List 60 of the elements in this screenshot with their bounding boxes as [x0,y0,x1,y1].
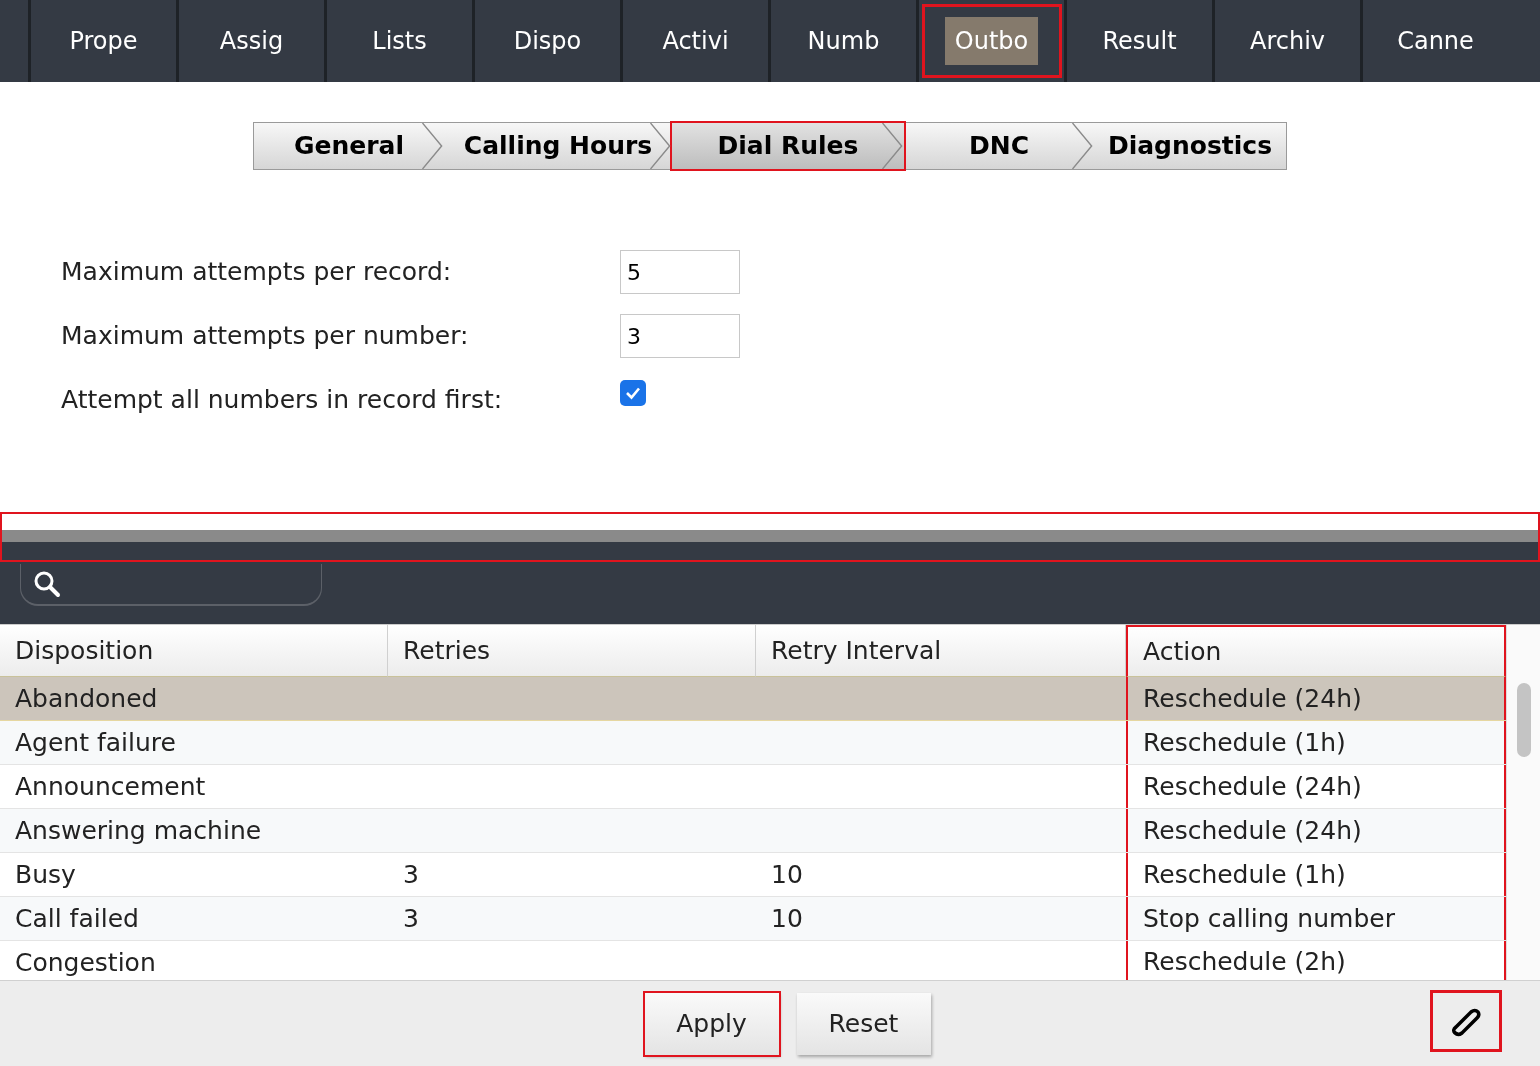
search-field[interactable] [20,564,322,606]
search-icon [33,570,61,598]
column-header[interactable]: Retries [388,625,756,677]
step-tab[interactable]: Diagnostics [1094,123,1286,169]
step-tab[interactable]: DNC [904,123,1094,169]
action-button[interactable]: Reset [796,992,931,1055]
table-cell-text: Announcement [15,770,206,803]
table-cell-text: Reschedule (24h) [1143,682,1362,715]
step-tab[interactable]: Dial Rules [672,123,904,169]
column-header[interactable]: Action [1126,625,1506,677]
table-cell-text: Answering machine [15,814,262,847]
nav-tab[interactable]: Lists [329,4,470,78]
table-row[interactable]: Agent failure Reschedule (1h) [0,721,1506,765]
table-cell-text: Reschedule (2h) [1143,945,1346,978]
checkbox[interactable] [620,380,646,406]
chevron-icon [422,123,444,169]
table-cell-text: 10 [771,902,803,935]
table-cell-text: Abandoned [15,682,158,715]
table-cell-text: Busy [15,858,76,891]
table-row[interactable]: Call failed 3 10 Stop calling number [0,897,1506,941]
column-header[interactable]: Retry Interval [756,625,1126,677]
table-row[interactable]: Answering machine Reschedule (24h) [0,809,1506,853]
table-cell-text: Congestion [15,946,156,979]
nav-tab[interactable]: Canne [1365,4,1506,78]
table-cell-text: Stop calling number [1143,902,1395,935]
table-cell-text: Agent failure [15,726,176,759]
table-cell-text: Call failed [15,902,139,935]
table-cell-text: Reschedule (1h) [1143,858,1346,891]
nav-tab[interactable]: Result [1069,4,1210,78]
table-cell-text: Reschedule (24h) [1143,814,1362,847]
table-cell-text: Reschedule (24h) [1143,770,1362,803]
nav-tab[interactable]: Numb [773,4,914,78]
table-cell-text: 3 [403,858,419,891]
table-row[interactable]: Announcement Reschedule (24h) [0,765,1506,809]
nav-tab[interactable]: Activi [625,4,766,78]
scrollbar-thumb[interactable] [1516,683,1531,757]
table-row[interactable]: Busy 3 10 Reschedule (1h) [0,853,1506,897]
step-tab[interactable]: General [254,123,444,169]
nav-tab[interactable]: Assig [181,4,322,78]
table-row[interactable]: Abandoned Reschedule (24h) [0,677,1506,721]
table-cell-text: Reschedule (1h) [1143,726,1346,759]
nav-tab[interactable]: Prope [33,4,174,78]
splitter-bar[interactable] [0,512,1540,562]
nav-tab[interactable]: Outbo [921,4,1062,78]
chevron-icon [1072,123,1094,169]
nav-tab[interactable]: Archiv [1217,4,1358,78]
nav-tab[interactable]: Dispo [477,4,618,78]
column-header[interactable]: Disposition [0,625,388,677]
table-cell-text: 3 [403,902,419,935]
chevron-icon [882,123,904,169]
action-button[interactable]: Apply [644,992,779,1055]
edit-button[interactable] [1430,990,1502,1052]
field-label: Attempt all numbers in record first: [61,384,504,417]
field-label: Maximum attempts per record: [61,256,453,289]
step-tab[interactable]: Calling Hours [444,123,672,169]
number-field[interactable]: 5 [620,250,740,294]
chevron-icon [650,123,672,169]
number-field[interactable]: 3 [620,314,740,358]
field-label: Maximum attempts per number: [61,320,470,353]
table-cell-text: 10 [771,858,803,891]
